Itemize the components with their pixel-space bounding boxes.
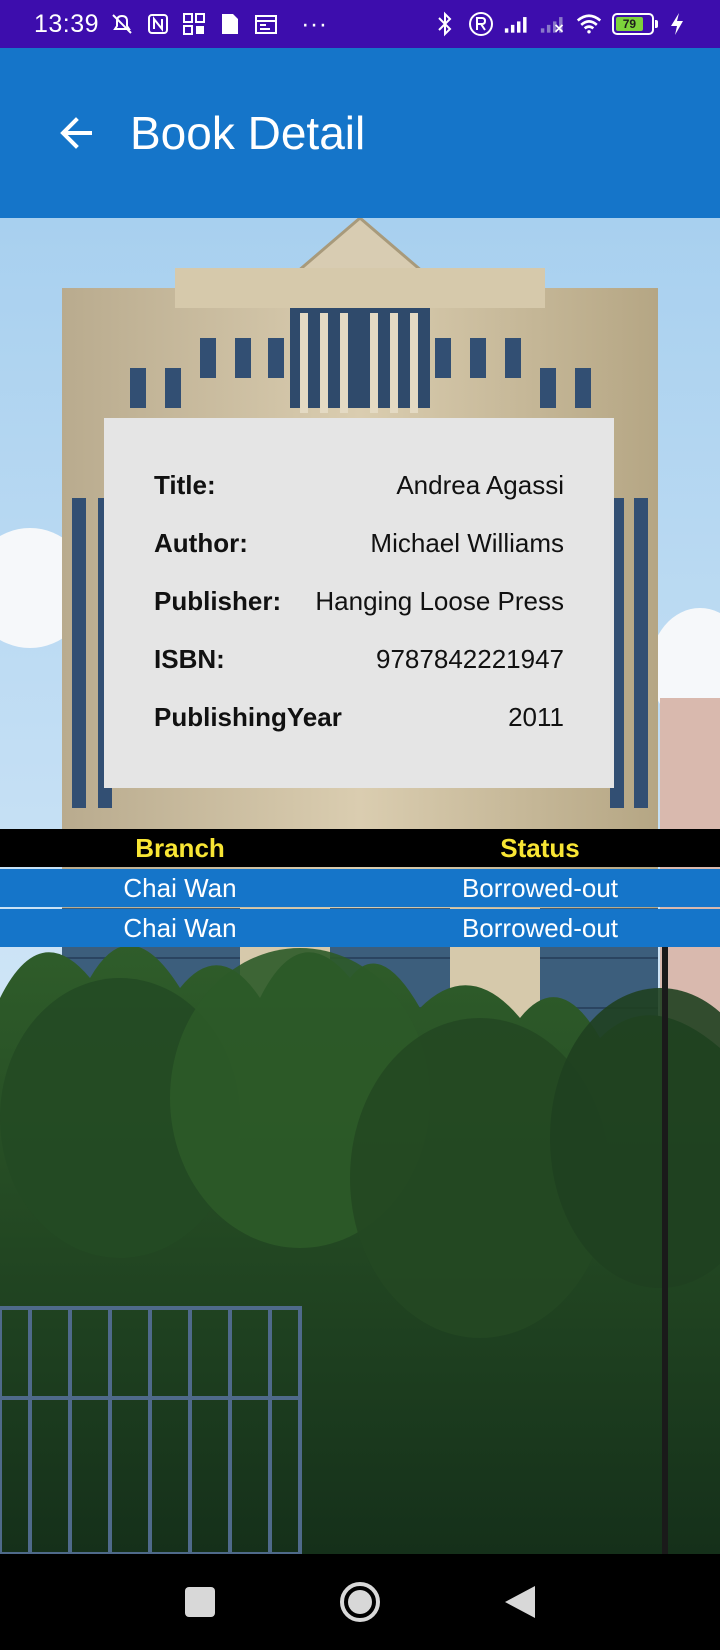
publishing-year-value: 2011 bbox=[508, 701, 564, 732]
app-bar: Book Detail bbox=[0, 48, 720, 218]
info-row-publisher: Publisher: Hanging Loose Press bbox=[154, 572, 564, 630]
table-row[interactable]: Chai Wan Borrowed-out bbox=[0, 909, 720, 947]
more-notifications: ··· bbox=[301, 9, 328, 38]
bluetooth-icon bbox=[432, 11, 458, 37]
recents-button[interactable] bbox=[120, 1554, 280, 1650]
system-back-button[interactable] bbox=[440, 1554, 600, 1650]
book-info-card: Title: Andrea Agassi Author: Michael Wil… bbox=[104, 418, 614, 788]
charging-icon bbox=[664, 11, 690, 37]
header-branch: Branch bbox=[135, 832, 225, 863]
table-header: Branch Status bbox=[0, 829, 720, 867]
info-row-publishing-year: PublishingYear 2011 bbox=[154, 688, 564, 746]
isbn-value: 9787842221947 bbox=[376, 643, 564, 674]
recents-square-icon bbox=[185, 1587, 215, 1617]
publisher-value: Hanging Loose Press bbox=[315, 585, 564, 616]
nfc-icon bbox=[145, 11, 171, 37]
author-label: Author: bbox=[154, 527, 248, 558]
grid-app-icon bbox=[181, 11, 207, 37]
wifi-icon bbox=[576, 11, 602, 37]
title-value: Andrea Agassi bbox=[396, 469, 564, 500]
title-label: Title: bbox=[154, 469, 216, 500]
mute-icon bbox=[109, 11, 135, 37]
table-row[interactable]: Chai Wan Borrowed-out bbox=[0, 869, 720, 907]
back-triangle-icon bbox=[505, 1586, 535, 1618]
status-bar: 13:39 ··· 79 bbox=[0, 0, 720, 48]
info-row-title: Title: Andrea Agassi bbox=[154, 456, 564, 514]
screen: 13:39 ··· 79 Book Detail Title: Andrea A… bbox=[0, 0, 720, 1650]
battery-icon: 79 bbox=[612, 13, 658, 35]
home-circle-icon bbox=[340, 1582, 380, 1622]
status-cell: Borrowed-out bbox=[461, 872, 619, 903]
info-row-isbn: ISBN: 9787842221947 bbox=[154, 630, 564, 688]
doc-icon bbox=[217, 11, 243, 37]
publishing-year-label: PublishingYear bbox=[154, 701, 342, 732]
status-time: 13:39 bbox=[34, 9, 100, 38]
header-status: Status bbox=[500, 832, 580, 863]
signal-off-icon bbox=[540, 11, 566, 37]
branch-cell: Chai Wan bbox=[123, 872, 237, 903]
registered-icon bbox=[468, 11, 494, 37]
info-row-author: Author: Michael Williams bbox=[154, 514, 564, 572]
branch-cell: Chai Wan bbox=[123, 912, 237, 943]
author-value: Michael Williams bbox=[370, 527, 564, 558]
copies-table: Branch Status Chai Wan Borrowed-out Chai… bbox=[0, 829, 720, 947]
signal-icon bbox=[504, 11, 530, 37]
battery-fill: 79 bbox=[616, 17, 643, 31]
home-button[interactable] bbox=[280, 1554, 440, 1650]
status-cell: Borrowed-out bbox=[461, 912, 619, 943]
calendar-icon bbox=[253, 11, 279, 37]
publisher-label: Publisher: bbox=[154, 585, 282, 616]
page-title: Book Detail bbox=[130, 107, 366, 159]
arrow-left-icon bbox=[60, 117, 92, 149]
battery-level: 79 bbox=[622, 17, 637, 31]
navigation-bar bbox=[0, 1554, 720, 1650]
back-button[interactable] bbox=[40, 97, 112, 169]
isbn-label: ISBN: bbox=[154, 643, 225, 674]
